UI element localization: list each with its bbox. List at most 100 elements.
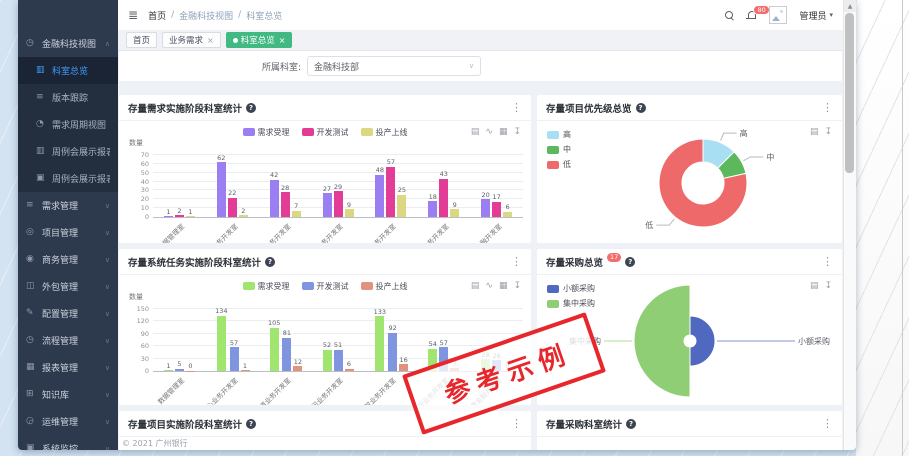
bar[interactable] [428,201,437,217]
demand-stage-bar-chart[interactable]: 需求受理开发测试投产上线数量01020304050607012162222422… [119,121,531,243]
help-icon[interactable]: ? [246,419,256,429]
data-view-icon[interactable]: ▤ [471,128,480,137]
bar[interactable] [186,371,195,372]
legend-item[interactable]: 投产上线 [361,281,408,292]
search-icon[interactable] [725,11,734,20]
legend-item[interactable]: 投产上线 [361,127,408,138]
bar[interactable] [164,370,173,371]
more-icon[interactable]: ⋮ [822,417,833,430]
legend-item[interactable]: 低 [547,159,571,170]
sidebar-item-demand-mgmt[interactable]: ≡需求管理∨ [18,192,118,219]
sidebar-item-dept-overview[interactable]: ▥科室总览 [18,57,118,84]
bar[interactable] [281,192,290,217]
sidebar-item-outsourcing-mgmt[interactable]: ◫外包管理∨ [18,273,118,300]
help-icon[interactable]: ? [626,419,636,429]
legend-item[interactable]: 集中采购 [547,298,595,309]
bar-switch-icon[interactable]: ▦ [499,282,508,291]
sidebar-item-config-mgmt[interactable]: ✎配置管理∨ [18,300,118,327]
bar[interactable] [503,212,512,217]
breadcrumb-fintech-view[interactable]: 金融科技视图 [179,9,233,22]
download-icon[interactable]: ↧ [824,282,832,291]
rose-slice[interactable] [634,285,690,397]
more-icon[interactable]: ⋮ [822,101,833,114]
sidebar-item-fintech-view[interactable]: ◷金融科技视图∧ [18,30,118,57]
tab-0[interactable]: 首页 [126,32,157,48]
help-icon[interactable]: ? [246,103,256,113]
avatar[interactable] [769,6,787,24]
bar[interactable] [334,191,343,217]
sidebar-item-report-mgmt[interactable]: ▦报表管理∨ [18,354,118,381]
sidebar-item-business-mgmt[interactable]: ◉商务管理∨ [18,246,118,273]
bar[interactable] [323,350,332,371]
help-icon[interactable]: ? [636,103,646,113]
tab-2[interactable]: 科室总览× [226,32,293,48]
line-chart-icon[interactable]: ∿ [485,128,493,137]
bar[interactable] [270,328,279,371]
bar[interactable] [239,215,248,217]
bar[interactable] [270,180,279,217]
sidebar-item-version-tracking[interactable]: ≡版本跟踪 [18,84,118,111]
sidebar-item-demand-cycle-view[interactable]: ◔需求周期视图 [18,111,118,138]
close-icon[interactable]: × [207,36,214,45]
help-icon[interactable]: ? [265,257,275,267]
bar[interactable] [323,193,332,217]
bar[interactable] [175,215,184,217]
download-icon[interactable]: ↧ [513,282,521,291]
bar[interactable] [450,209,459,217]
download-icon[interactable]: ↧ [513,128,521,137]
more-icon[interactable]: ⋮ [822,255,833,268]
more-icon[interactable]: ⋮ [511,255,522,268]
bar[interactable] [345,209,354,217]
scrollbar-thumb[interactable] [845,13,854,173]
priority-donut-chart[interactable]: 高中低高中低 [537,121,842,243]
bar[interactable] [293,366,302,371]
bar[interactable] [397,195,406,217]
sidebar-item-knowledge-base[interactable]: ⊞知识库∨ [18,381,118,408]
scroll-up-icon[interactable]: ▲ [844,0,856,12]
more-icon[interactable]: ⋮ [511,101,522,114]
bar[interactable] [481,199,490,217]
breadcrumb-dept-overview[interactable]: 科室总览 [246,9,282,22]
department-select[interactable]: 金融科技部 ∨ [307,56,481,76]
bar[interactable] [439,179,448,217]
sidebar-item-process-mgmt[interactable]: ◷流程管理∨ [18,327,118,354]
sidebar-item-ops-mgmt[interactable]: ◶运维管理∨ [18,408,118,435]
legend-item[interactable]: 开发测试 [302,281,349,292]
bar[interactable] [375,316,384,371]
bar[interactable] [175,369,184,371]
bar[interactable] [164,216,173,217]
sidebar-item-weekly-report-project[interactable]: ▥周例会展示报表-项目 [18,138,118,165]
breadcrumb-home[interactable]: 首页 [148,9,166,22]
bar[interactable] [230,347,239,371]
bar[interactable] [399,364,408,371]
line-chart-icon[interactable]: ∿ [485,282,493,291]
legend-item[interactable]: 需求受理 [243,281,290,292]
download-icon[interactable]: ↧ [824,128,832,137]
bar[interactable] [386,167,395,217]
data-view-icon[interactable]: ▤ [471,282,480,291]
bar[interactable] [345,369,354,371]
bar-switch-icon[interactable]: ▦ [499,128,508,137]
legend-item[interactable]: 小额采购 [547,283,595,294]
bell-icon[interactable]: 80 [746,10,757,21]
close-icon[interactable]: × [279,36,286,45]
more-icon[interactable]: ⋮ [511,417,522,430]
bar[interactable] [282,338,291,371]
sidebar-item-project-mgmt[interactable]: ◎项目管理∨ [18,219,118,246]
bar[interactable] [375,175,384,218]
bar[interactable] [228,198,237,217]
legend-item[interactable]: 需求受理 [243,127,290,138]
tab-1[interactable]: 业务需求× [162,32,221,48]
bar[interactable] [292,211,301,217]
bar[interactable] [334,350,343,371]
legend-item[interactable]: 高 [547,129,571,140]
menu-fold-icon[interactable]: ≣ [128,9,138,21]
legend-item[interactable]: 中 [547,144,571,155]
bar[interactable] [217,162,226,217]
bar[interactable] [217,316,226,371]
data-view-icon[interactable]: ▤ [810,282,819,291]
sidebar-item-weekly-report-purchase[interactable]: ▣周例会展示报表-采购 [18,165,118,192]
bar[interactable] [241,370,250,371]
bar[interactable] [388,333,397,371]
bar[interactable] [492,202,501,217]
